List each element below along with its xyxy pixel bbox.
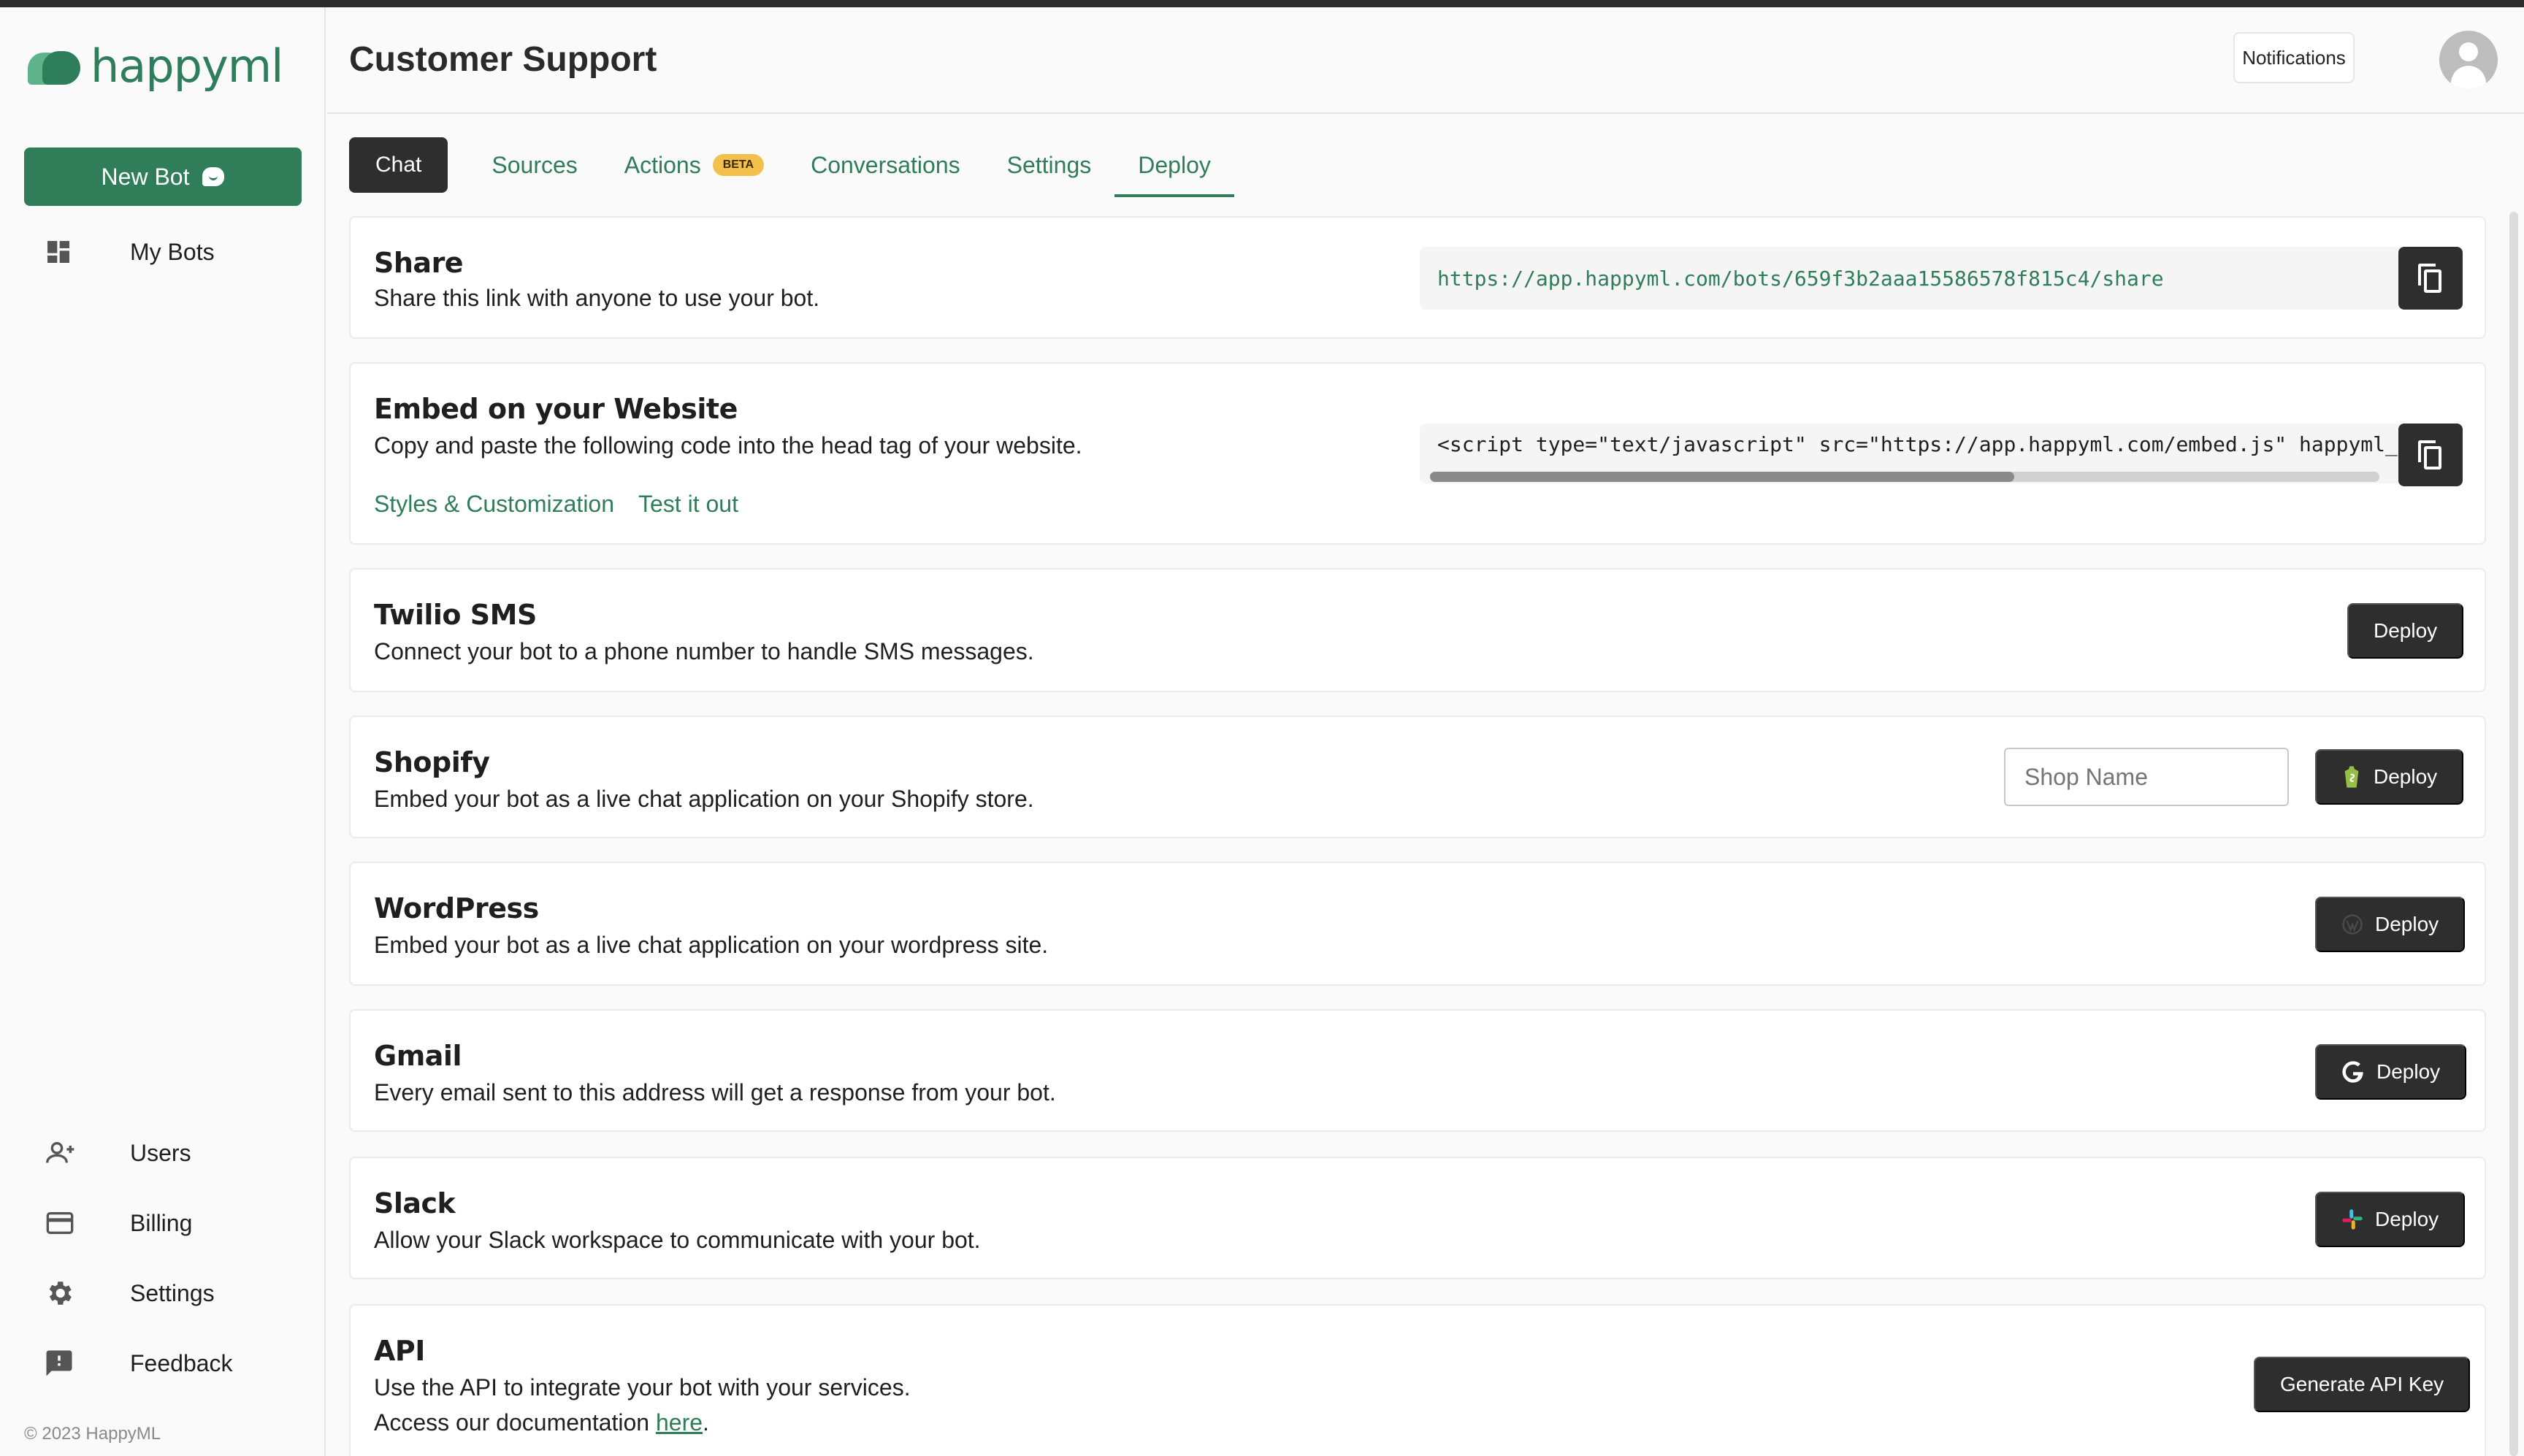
card-title: WordPress	[374, 892, 539, 924]
share-url-field[interactable]: https://app.happyml.com/bots/659f3b2aaa1…	[1420, 247, 2401, 310]
copyright-text: © 2023 HappyML	[24, 1424, 161, 1444]
card-title: Shopify	[374, 746, 490, 778]
copy-icon	[2418, 440, 2443, 470]
styles-customization-link[interactable]: Styles & Customization	[374, 491, 614, 518]
tab-sources[interactable]: Sources	[468, 137, 600, 193]
chat-bubble-icon	[202, 167, 225, 186]
embed-card: Embed on your Website Copy and paste the…	[349, 362, 2486, 545]
deploy-label: Deploy	[2376, 1060, 2441, 1083]
tab-conversations[interactable]: Conversations	[787, 137, 984, 193]
tab-actions[interactable]: Actions BETA	[601, 137, 787, 193]
card-description: Use the API to integrate your bot with y…	[374, 1374, 911, 1401]
card-description: Copy and paste the following code into t…	[374, 432, 1082, 459]
api-docs-link[interactable]: here	[656, 1409, 703, 1436]
card-title: Share	[374, 247, 464, 279]
new-bot-label: New Bot	[101, 163, 190, 190]
sidebar-item-my-bots[interactable]: My Bots	[44, 234, 215, 270]
twilio-deploy-button[interactable]: Deploy	[2347, 603, 2464, 659]
test-it-out-link[interactable]: Test it out	[638, 491, 738, 518]
embed-code-scroll-thumb[interactable]	[1430, 472, 2014, 482]
share-card: Share Share this link with anyone to use…	[349, 216, 2486, 339]
bot-tabs: Chat Sources Actions BETA Conversations …	[349, 137, 1234, 197]
credit-card-icon	[44, 1205, 88, 1241]
card-description: Connect your bot to a phone number to ha…	[374, 638, 1034, 664]
deploy-label: Deploy	[2375, 913, 2439, 935]
vertical-scrollbar[interactable]	[2509, 212, 2518, 1456]
sidebar-item-label: Users	[130, 1139, 191, 1166]
copy-embed-code-button[interactable]	[2398, 424, 2463, 486]
shopify-deploy-button[interactable]: Deploy	[2315, 749, 2464, 805]
logo-mark-icon	[28, 48, 83, 85]
copy-icon	[2418, 264, 2443, 293]
wordpress-deploy-button[interactable]: Deploy	[2315, 897, 2466, 952]
card-description: Embed your bot as a live chat applicatio…	[374, 786, 1034, 812]
deploy-label: Deploy	[2374, 765, 2438, 788]
gmail-card: Gmail Every email sent to this address w…	[349, 1009, 2486, 1132]
page-title: Customer Support	[349, 40, 657, 79]
user-avatar-icon[interactable]	[2439, 31, 2498, 89]
sidebar: happyml New Bot My Bots Users Billing Se…	[0, 7, 326, 1456]
wordpress-card: WordPress Embed your bot as a live chat …	[349, 862, 2486, 986]
sidebar-item-label: Billing	[130, 1209, 193, 1236]
dashboard-icon	[44, 234, 88, 270]
generate-api-key-button[interactable]: Generate API Key	[2254, 1357, 2471, 1412]
card-title: Slack	[374, 1187, 456, 1219]
deploy-label: Deploy	[2375, 1208, 2439, 1230]
sidebar-item-feedback[interactable]: Feedback	[44, 1345, 233, 1382]
sidebar-item-label: My Bots	[130, 238, 215, 265]
card-title: Gmail	[374, 1040, 462, 1072]
card-description: Every email sent to this address will ge…	[374, 1079, 1056, 1106]
feedback-icon	[44, 1345, 88, 1382]
gear-icon	[44, 1275, 88, 1311]
twilio-card: Twilio SMS Connect your bot to a phone n…	[349, 568, 2486, 692]
api-documentation-text: Access our documentation here.	[374, 1409, 709, 1436]
deploy-label: Deploy	[2374, 619, 2438, 642]
doc-suffix: .	[703, 1409, 709, 1436]
slack-deploy-button[interactable]: Deploy	[2315, 1192, 2466, 1247]
tab-chat[interactable]: Chat	[349, 137, 448, 193]
add-user-icon	[44, 1135, 88, 1171]
window-top-strip	[0, 0, 2524, 7]
sidebar-item-settings[interactable]: Settings	[44, 1275, 215, 1311]
slack-icon	[2342, 1209, 2363, 1230]
wordpress-icon	[2342, 914, 2363, 935]
shopify-card: Shopify Embed your bot as a live chat ap…	[349, 716, 2486, 838]
sidebar-item-label: Feedback	[130, 1349, 233, 1376]
sidebar-item-billing[interactable]: Billing	[44, 1205, 192, 1241]
card-description: Embed your bot as a live chat applicatio…	[374, 932, 1049, 958]
doc-prefix: Access our documentation	[374, 1409, 656, 1436]
card-title: Twilio SMS	[374, 599, 537, 631]
tab-settings[interactable]: Settings	[984, 137, 1115, 193]
card-title: Embed on your Website	[374, 393, 738, 425]
gmail-deploy-button[interactable]: Deploy	[2315, 1044, 2467, 1100]
logo-text: happyml	[91, 39, 283, 93]
card-title: API	[374, 1335, 425, 1367]
card-description: Share this link with anyone to use your …	[374, 285, 820, 311]
tab-label: Actions	[624, 151, 701, 178]
notifications-button[interactable]: Notifications	[2233, 32, 2355, 83]
beta-badge: BETA	[712, 154, 765, 176]
top-header: Customer Support Notifications	[327, 7, 2524, 114]
copy-share-url-button[interactable]	[2398, 247, 2463, 310]
new-bot-button[interactable]: New Bot	[24, 147, 302, 206]
generate-api-key-label: Generate API Key	[2280, 1373, 2444, 1395]
tab-deploy[interactable]: Deploy	[1114, 137, 1234, 197]
sidebar-item-users[interactable]: Users	[44, 1135, 191, 1171]
card-description: Allow your Slack workspace to communicat…	[374, 1227, 981, 1253]
api-card: API Use the API to integrate your bot wi…	[349, 1304, 2486, 1456]
shop-name-input[interactable]	[2004, 748, 2289, 806]
slack-card: Slack Allow your Slack workspace to comm…	[349, 1157, 2486, 1279]
shopify-icon	[2344, 766, 2359, 788]
app-logo[interactable]: happyml	[28, 39, 283, 93]
sidebar-item-label: Settings	[130, 1279, 215, 1306]
google-icon	[2342, 1061, 2363, 1083]
